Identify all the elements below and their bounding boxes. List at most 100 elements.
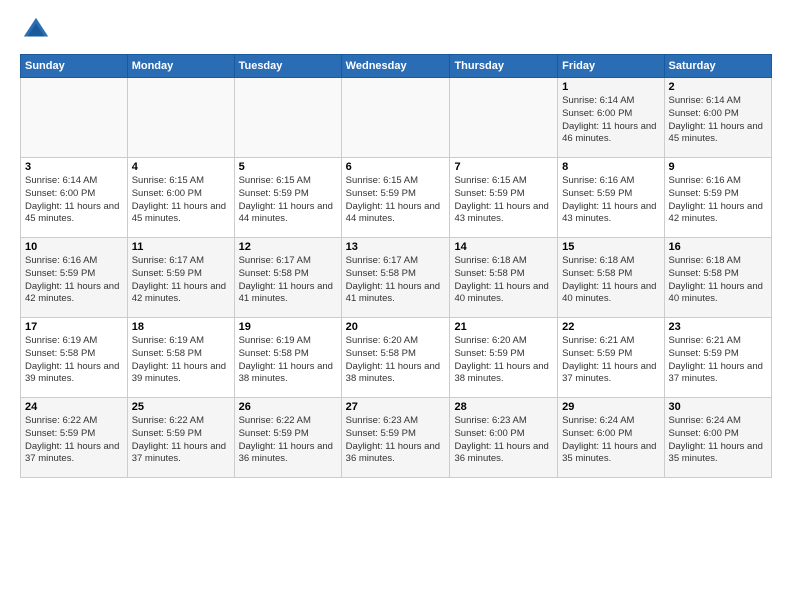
calendar-cell: 22 Sunrise: 6:21 AM Sunset: 5:59 PM Dayli… (558, 318, 664, 398)
calendar-header-wednesday: Wednesday (341, 55, 450, 78)
calendar-cell: 12Sunrise: 6:17 AM Sunset: 5:58 PM Dayli… (234, 238, 341, 318)
calendar-cell: 29 Sunrise: 6:24 AM Sunset: 6:00 PM Dayli… (558, 398, 664, 478)
calendar-header-row: SundayMondayTuesdayWednesdayThursdayFrid… (21, 55, 772, 78)
day-info: Sunrise: 6:22 AM Sunset: 5:59 PM Dayligh… (25, 415, 123, 466)
calendar-cell: 17 Sunrise: 6:19 AM Sunset: 5:58 PM Dayli… (21, 318, 128, 398)
logo-icon (22, 16, 50, 44)
calendar-header-tuesday: Tuesday (234, 55, 341, 78)
day-info: Sunrise: 6:16 AM Sunset: 5:59 PM Dayligh… (562, 175, 659, 226)
day-info: Sunrise: 6:16 AM Sunset: 5:59 PM Dayligh… (669, 175, 767, 226)
header (20, 16, 772, 44)
calendar-cell (127, 78, 234, 158)
day-info: Sunrise: 6:15 AM Sunset: 5:59 PM Dayligh… (454, 175, 553, 226)
day-number: 11 (132, 241, 230, 253)
day-number: 9 (669, 161, 767, 173)
calendar-cell: 4 Sunrise: 6:15 AM Sunset: 6:00 PM Daylig… (127, 158, 234, 238)
day-info: Sunrise: 6:14 AM Sunset: 6:00 PM Dayligh… (25, 175, 123, 226)
day-number: 14 (454, 241, 553, 253)
day-number: 16 (669, 241, 767, 253)
calendar-cell: 2Sunrise: 6:14 AM Sunset: 6:00 PM Daylig… (664, 78, 771, 158)
day-info: Sunrise: 6:20 AM Sunset: 5:58 PM Dayligh… (346, 335, 446, 386)
day-number: 26 (239, 401, 337, 413)
day-info: Sunrise: 6:18 AM Sunset: 5:58 PM Dayligh… (669, 255, 767, 306)
calendar-week-5: 24 Sunrise: 6:22 AM Sunset: 5:59 PM Dayli… (21, 398, 772, 478)
day-number: 25 (132, 401, 230, 413)
calendar-header-thursday: Thursday (450, 55, 558, 78)
calendar-week-3: 10 Sunrise: 6:16 AM Sunset: 5:59 PM Dayli… (21, 238, 772, 318)
calendar-cell: 28Sunrise: 6:23 AM Sunset: 6:00 PM Dayli… (450, 398, 558, 478)
day-info: Sunrise: 6:22 AM Sunset: 5:59 PM Dayligh… (239, 415, 337, 466)
day-info: Sunrise: 6:15 AM Sunset: 5:59 PM Dayligh… (346, 175, 446, 226)
calendar-cell: 1Sunrise: 6:14 AM Sunset: 6:00 PM Daylig… (558, 78, 664, 158)
day-info: Sunrise: 6:14 AM Sunset: 6:00 PM Dayligh… (562, 95, 659, 146)
day-number: 19 (239, 321, 337, 333)
calendar-cell: 16 Sunrise: 6:18 AM Sunset: 5:58 PM Dayli… (664, 238, 771, 318)
logo (20, 16, 50, 44)
day-info: Sunrise: 6:15 AM Sunset: 6:00 PM Dayligh… (132, 175, 230, 226)
calendar-cell: 9 Sunrise: 6:16 AM Sunset: 5:59 PM Daylig… (664, 158, 771, 238)
calendar-cell: 20 Sunrise: 6:20 AM Sunset: 5:58 PM Dayli… (341, 318, 450, 398)
day-info: Sunrise: 6:17 AM Sunset: 5:58 PM Dayligh… (239, 255, 337, 306)
day-info: Sunrise: 6:17 AM Sunset: 5:58 PM Dayligh… (346, 255, 446, 306)
day-number: 4 (132, 161, 230, 173)
calendar-cell: 26 Sunrise: 6:22 AM Sunset: 5:59 PM Dayli… (234, 398, 341, 478)
day-number: 24 (25, 401, 123, 413)
day-number: 17 (25, 321, 123, 333)
day-number: 22 (562, 321, 659, 333)
calendar-week-4: 17 Sunrise: 6:19 AM Sunset: 5:58 PM Dayli… (21, 318, 772, 398)
calendar-cell (234, 78, 341, 158)
day-info: Sunrise: 6:24 AM Sunset: 6:00 PM Dayligh… (669, 415, 767, 466)
calendar-cell: 14 Sunrise: 6:18 AM Sunset: 5:58 PM Dayli… (450, 238, 558, 318)
calendar-cell: 10 Sunrise: 6:16 AM Sunset: 5:59 PM Dayli… (21, 238, 128, 318)
day-number: 23 (669, 321, 767, 333)
day-number: 8 (562, 161, 659, 173)
day-number: 3 (25, 161, 123, 173)
calendar-table: SundayMondayTuesdayWednesdayThursdayFrid… (20, 54, 772, 478)
day-info: Sunrise: 6:16 AM Sunset: 5:59 PM Dayligh… (25, 255, 123, 306)
page: SundayMondayTuesdayWednesdayThursdayFrid… (0, 0, 792, 488)
calendar-cell: 7Sunrise: 6:15 AM Sunset: 5:59 PM Daylig… (450, 158, 558, 238)
day-number: 5 (239, 161, 337, 173)
day-number: 20 (346, 321, 446, 333)
calendar-header-sunday: Sunday (21, 55, 128, 78)
day-number: 28 (454, 401, 553, 413)
day-info: Sunrise: 6:18 AM Sunset: 5:58 PM Dayligh… (454, 255, 553, 306)
calendar-header-saturday: Saturday (664, 55, 771, 78)
calendar-cell: 15 Sunrise: 6:18 AM Sunset: 5:58 PM Dayli… (558, 238, 664, 318)
calendar-cell: 30Sunrise: 6:24 AM Sunset: 6:00 PM Dayli… (664, 398, 771, 478)
day-number: 10 (25, 241, 123, 253)
day-number: 29 (562, 401, 659, 413)
day-number: 15 (562, 241, 659, 253)
calendar-cell: 11 Sunrise: 6:17 AM Sunset: 5:59 PM Dayli… (127, 238, 234, 318)
calendar-header-friday: Friday (558, 55, 664, 78)
day-number: 18 (132, 321, 230, 333)
day-info: Sunrise: 6:19 AM Sunset: 5:58 PM Dayligh… (239, 335, 337, 386)
calendar-cell (450, 78, 558, 158)
day-number: 21 (454, 321, 553, 333)
calendar-week-1: 1Sunrise: 6:14 AM Sunset: 6:00 PM Daylig… (21, 78, 772, 158)
calendar-cell: 3 Sunrise: 6:14 AM Sunset: 6:00 PM Daylig… (21, 158, 128, 238)
day-info: Sunrise: 6:22 AM Sunset: 5:59 PM Dayligh… (132, 415, 230, 466)
calendar-week-2: 3 Sunrise: 6:14 AM Sunset: 6:00 PM Daylig… (21, 158, 772, 238)
calendar-cell: 18Sunrise: 6:19 AM Sunset: 5:58 PM Dayli… (127, 318, 234, 398)
day-info: Sunrise: 6:23 AM Sunset: 5:59 PM Dayligh… (346, 415, 446, 466)
calendar-cell (21, 78, 128, 158)
calendar-cell: 24 Sunrise: 6:22 AM Sunset: 5:59 PM Dayli… (21, 398, 128, 478)
day-number: 13 (346, 241, 446, 253)
calendar-cell: 23Sunrise: 6:21 AM Sunset: 5:59 PM Dayli… (664, 318, 771, 398)
calendar-cell: 5 Sunrise: 6:15 AM Sunset: 5:59 PM Daylig… (234, 158, 341, 238)
day-info: Sunrise: 6:21 AM Sunset: 5:59 PM Dayligh… (562, 335, 659, 386)
calendar-cell (341, 78, 450, 158)
day-info: Sunrise: 6:18 AM Sunset: 5:58 PM Dayligh… (562, 255, 659, 306)
day-info: Sunrise: 6:24 AM Sunset: 6:00 PM Dayligh… (562, 415, 659, 466)
day-number: 2 (669, 81, 767, 93)
day-info: Sunrise: 6:19 AM Sunset: 5:58 PM Dayligh… (25, 335, 123, 386)
calendar-cell: 25 Sunrise: 6:22 AM Sunset: 5:59 PM Dayli… (127, 398, 234, 478)
day-info: Sunrise: 6:17 AM Sunset: 5:59 PM Dayligh… (132, 255, 230, 306)
day-number: 6 (346, 161, 446, 173)
calendar-header-monday: Monday (127, 55, 234, 78)
calendar-cell: 13 Sunrise: 6:17 AM Sunset: 5:58 PM Dayli… (341, 238, 450, 318)
calendar-cell: 6 Sunrise: 6:15 AM Sunset: 5:59 PM Daylig… (341, 158, 450, 238)
calendar-cell: 21Sunrise: 6:20 AM Sunset: 5:59 PM Dayli… (450, 318, 558, 398)
day-info: Sunrise: 6:15 AM Sunset: 5:59 PM Dayligh… (239, 175, 337, 226)
